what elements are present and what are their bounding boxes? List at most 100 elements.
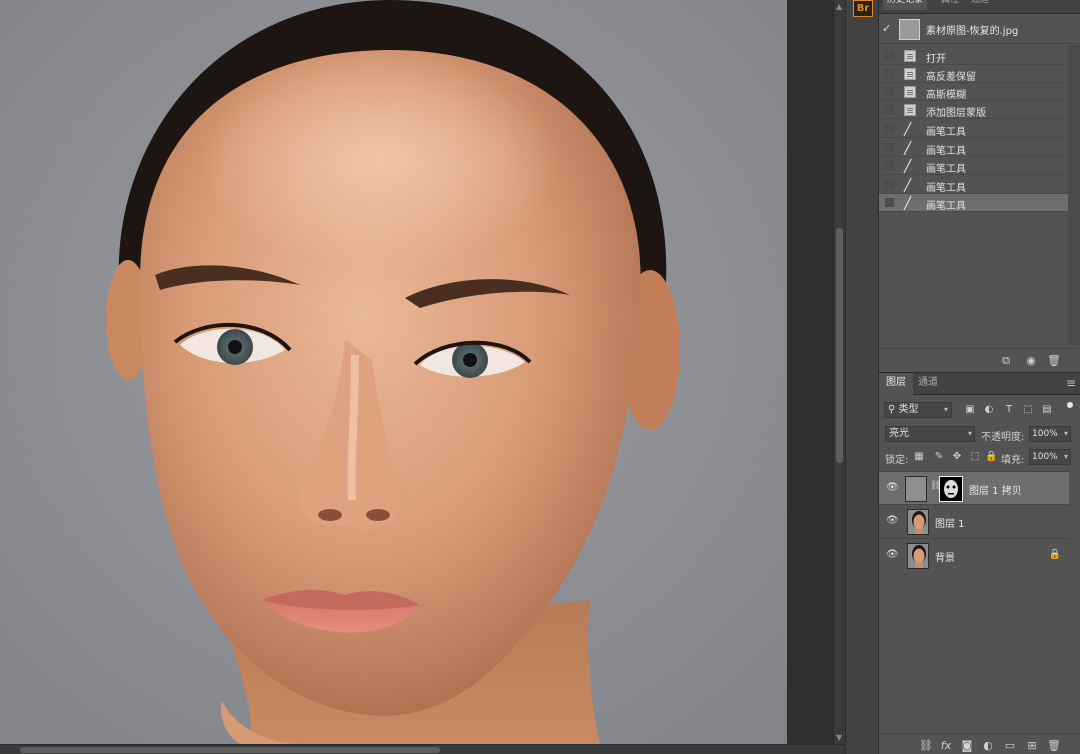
history-source-checkbox[interactable]	[885, 124, 894, 133]
history-item[interactable]: 添加图层蒙版	[879, 101, 1068, 119]
folder-icon[interactable]: ▭	[1003, 739, 1017, 753]
lock-icon: 🔒	[1048, 549, 1061, 560]
tab-channels[interactable]: 通道	[967, 0, 993, 10]
layers-footer: ⛓ fx ◙ ◐ ▭ ⊞ 🗑	[879, 733, 1080, 754]
history-item[interactable]: ╱ 画笔工具	[879, 157, 1068, 175]
history-item-label: 添加图层蒙版	[926, 108, 986, 119]
adjustment-layer-icon[interactable]: ◐	[981, 739, 995, 753]
brush-icon: ╱	[904, 122, 912, 136]
scroll-down-icon[interactable]: ▼	[836, 733, 842, 742]
visibility-eye-icon[interactable]: 👁	[886, 515, 899, 527]
scroll-up-icon[interactable]: ▲	[836, 2, 842, 11]
opacity-field[interactable]: 100% ▾	[1029, 426, 1071, 442]
history-item[interactable]: 打开	[879, 47, 1068, 65]
layer-row-background[interactable]: 👁 背景 🔒	[879, 538, 1069, 571]
history-item[interactable]: 高斯模糊	[879, 83, 1068, 101]
new-layer-icon[interactable]: ⊞	[1025, 739, 1039, 753]
document-icon	[904, 68, 916, 80]
camera-snapshot-icon[interactable]: ◉	[1024, 354, 1038, 368]
history-snapshot[interactable]: ✓ 素材原图-恢复的.jpg	[879, 16, 1080, 44]
vertical-scroll-thumb[interactable]	[836, 228, 843, 463]
visibility-eye-icon[interactable]: 👁	[886, 482, 899, 494]
right-panel-dock: 历史记录 属性 通道 ✓ 素材原图-恢复的.jpg 打开 高反差保留 高斯模糊	[879, 0, 1080, 754]
smart-object-filter-icon[interactable]: ▤	[1041, 404, 1053, 416]
history-scrollbar[interactable]	[1068, 45, 1080, 345]
history-source-checkbox[interactable]	[885, 105, 894, 114]
link-layers-icon[interactable]: ⛓	[919, 739, 933, 753]
layers-panel-tabs: 图层 通道 ≡	[879, 373, 1080, 395]
portrait-thumbnail-icon	[912, 545, 926, 568]
layer-thumbnail	[905, 476, 927, 502]
opacity-label: 不透明度:	[981, 432, 1025, 443]
horizontal-scroll-thumb[interactable]	[20, 747, 440, 753]
tab-layers[interactable]: 图层	[879, 373, 913, 395]
lock-all-icon[interactable]: 🔒	[985, 451, 997, 463]
fill-field[interactable]: 100% ▾	[1029, 449, 1071, 465]
lock-artboard-icon[interactable]: ⬚	[969, 451, 981, 463]
history-item[interactable]: 高反差保留	[879, 65, 1068, 83]
visibility-eye-icon[interactable]: 👁	[886, 549, 899, 561]
chevron-down-icon: ▾	[1063, 429, 1068, 438]
layer-filter-select[interactable]: ⚲ 类型 ▾	[884, 402, 952, 418]
add-mask-icon[interactable]: ◙	[960, 739, 974, 753]
lock-row: 锁定: ▦ ✎ ✥ ⬚ 🔒 填充: 100% ▾	[879, 447, 1080, 467]
layer-row-layer1-copy[interactable]: 👁 ⛓ 图层 1 拷贝	[879, 471, 1069, 504]
history-item[interactable]: ╱ 画笔工具	[879, 120, 1068, 138]
document-canvas[interactable]	[0, 0, 787, 744]
layer-name[interactable]: 图层 1 拷贝	[969, 482, 1022, 497]
filter-toggle[interactable]	[1067, 402, 1073, 408]
layer-name[interactable]: 图层 1	[935, 515, 965, 530]
history-source-checkbox[interactable]	[885, 161, 894, 170]
fx-icon[interactable]: fx	[939, 739, 953, 753]
portrait-thumbnail-icon	[912, 511, 926, 534]
search-icon: ⚲	[888, 404, 896, 415]
tab-channels[interactable]: 通道	[911, 373, 945, 395]
history-item-label: 画笔工具	[926, 183, 966, 194]
trash-icon[interactable]: 🗑	[1047, 354, 1061, 368]
blend-mode-select[interactable]: 亮光 ▾	[885, 426, 975, 442]
fill-value: 100%	[1032, 452, 1058, 462]
layers-panel: 图层 通道 ≡ ⚲ 类型 ▾ ▣ ◐ T ⬚ ▤ 亮光 ▾ 不透明度: 100%	[879, 372, 1080, 754]
bridge-icon[interactable]: Br	[853, 0, 873, 17]
history-source-checkbox[interactable]	[885, 87, 894, 96]
blend-row: 亮光 ▾ 不透明度: 100% ▾	[879, 424, 1080, 444]
tab-properties[interactable]: 属性	[937, 0, 963, 10]
tab-history[interactable]: 历史记录	[883, 0, 928, 10]
history-source-checkbox[interactable]	[885, 198, 894, 207]
panel-menu-icon[interactable]: ≡	[1066, 377, 1076, 389]
portrait-photo	[0, 0, 787, 744]
history-footer: ⧉ ◉ 🗑	[879, 348, 1080, 372]
vertical-scrollbar[interactable]: ▲ ▼	[833, 0, 845, 744]
history-item-label: 画笔工具	[926, 164, 966, 175]
history-item-active[interactable]: ╱ 画笔工具	[879, 194, 1068, 212]
new-document-from-state-icon[interactable]: ⧉	[999, 354, 1013, 368]
pixel-filter-icon[interactable]: ▣	[964, 404, 976, 416]
layer-mask-thumbnail[interactable]	[939, 476, 963, 502]
history-item[interactable]: ╱ 画笔工具	[879, 176, 1068, 194]
history-source-checkbox[interactable]	[885, 180, 894, 189]
brush-icon: ╱	[904, 196, 912, 210]
history-item-label: 高反差保留	[926, 72, 976, 83]
type-filter-icon[interactable]: T	[1003, 404, 1015, 416]
history-item-label: 画笔工具	[926, 127, 966, 138]
horizontal-scrollbar[interactable]	[0, 744, 845, 754]
history-item-label: 高斯模糊	[926, 90, 966, 101]
fill-label: 填充:	[1001, 455, 1025, 466]
history-source-checkbox[interactable]	[885, 69, 894, 78]
history-item[interactable]: ╱ 画笔工具	[879, 139, 1068, 157]
layer-filter-value: 类型	[898, 404, 919, 415]
shape-filter-icon[interactable]: ⬚	[1022, 404, 1034, 416]
history-source-checkbox[interactable]	[885, 51, 894, 60]
layer-row-layer1[interactable]: 👁 图层 1	[879, 504, 1069, 537]
history-brush-source-icon[interactable]: ✓	[882, 22, 896, 36]
history-source-checkbox[interactable]	[885, 143, 894, 152]
adjustment-filter-icon[interactable]: ◐	[983, 404, 995, 416]
layer-name[interactable]: 背景	[935, 549, 955, 564]
lock-transparency-icon[interactable]: ▦	[913, 451, 925, 463]
layer-thumbnail	[907, 509, 929, 535]
document-icon	[904, 86, 916, 98]
trash-icon[interactable]: 🗑	[1047, 739, 1061, 753]
opacity-value: 100%	[1032, 429, 1058, 439]
lock-position-icon[interactable]: ✥	[951, 451, 963, 463]
lock-image-pixels-icon[interactable]: ✎	[933, 451, 945, 463]
